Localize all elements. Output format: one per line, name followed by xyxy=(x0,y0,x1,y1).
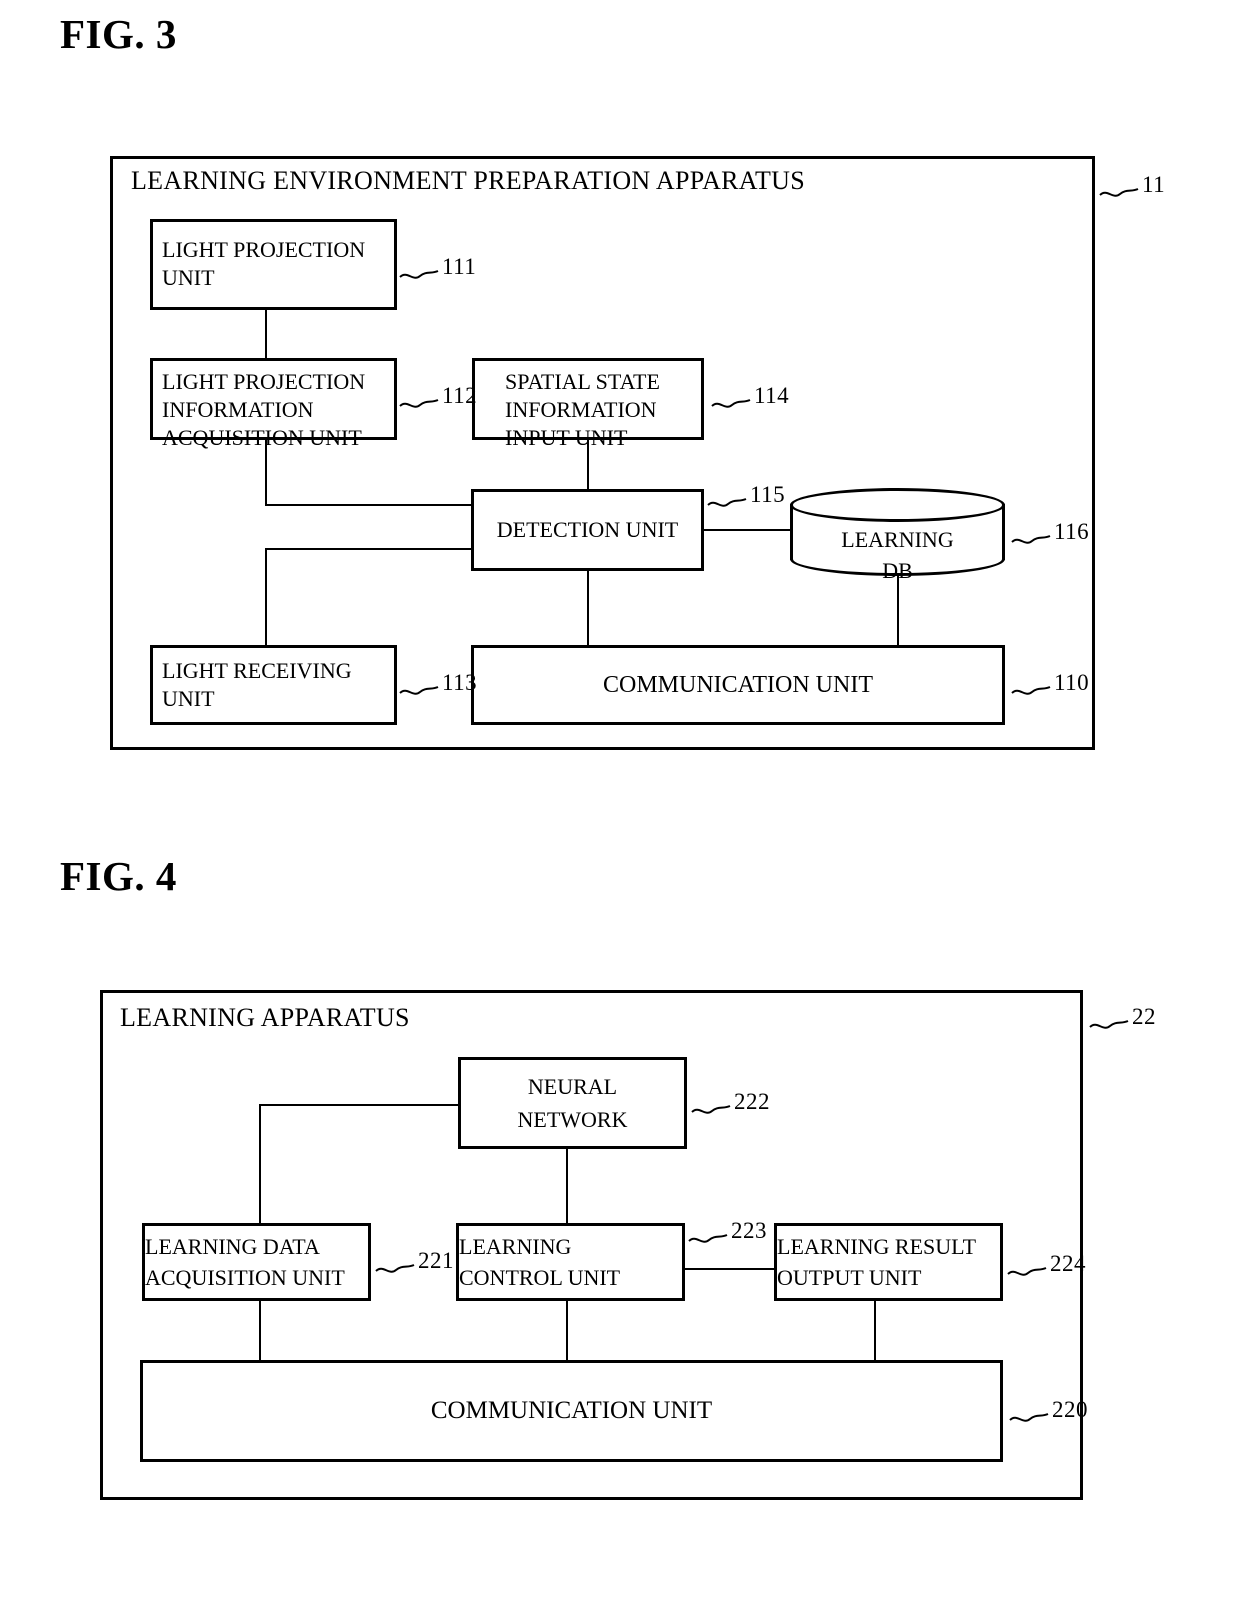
connector-113-stub xyxy=(265,548,267,645)
learning-apparatus-title: LEARNING APPARATUS xyxy=(120,1003,410,1032)
block-learning-control-unit[interactable]: LEARNING CONTROL UNIT xyxy=(456,1223,685,1301)
connector-113-to-detection xyxy=(265,548,471,550)
reference-number-110-label: 110 xyxy=(1054,670,1090,695)
block-neural-network-label: NEURAL NETWORK xyxy=(517,1074,628,1132)
connector-neural-network-to-acquisition-h xyxy=(259,1104,459,1106)
block-learning-data-acquisition-unit-label: LEARNING DATA ACQUISITION UNIT xyxy=(145,1234,345,1290)
connector-acquisition-to-communication xyxy=(259,1300,261,1360)
reference-number-222-label: 222 xyxy=(734,1089,770,1114)
block-learning-db[interactable]: LEARNING DB xyxy=(790,488,1005,583)
block-light-projection-unit-label: LIGHT PROJECTION UNIT xyxy=(162,237,366,290)
reference-number-115-label: 115 xyxy=(750,482,786,507)
learning-db-top-ellipse xyxy=(790,488,1005,522)
connector-112-to-detection xyxy=(265,504,471,506)
reference-number-11-label: 11 xyxy=(1142,172,1166,197)
connector-result-output-to-communication xyxy=(874,1300,876,1360)
block-light-receiving-unit[interactable]: LIGHT RECEIVING UNIT xyxy=(150,645,397,725)
block-detection-unit[interactable]: DETECTION UNIT xyxy=(471,489,704,571)
block-learning-data-acquisition-unit[interactable]: LEARNING DATA ACQUISITION UNIT xyxy=(142,1223,371,1301)
connector-111-to-112 xyxy=(265,310,267,358)
reference-number-113-label: 113 xyxy=(442,670,478,695)
reference-number-114-label: 114 xyxy=(754,383,790,408)
reference-number-112-label: 112 xyxy=(442,383,478,408)
block-learning-control-unit-label: LEARNING CONTROL UNIT xyxy=(459,1234,621,1290)
connector-detection-to-learning-db xyxy=(703,529,792,531)
block-light-projection-unit[interactable]: LIGHT PROJECTION UNIT xyxy=(150,219,397,310)
reference-number-223-label: 223 xyxy=(731,1218,767,1243)
connector-neural-network-to-control xyxy=(566,1149,568,1223)
block-spatial-state-information-input-unit[interactable]: SPATIAL STATE INFORMATION INPUT UNIT xyxy=(472,358,704,450)
connector-neural-network-to-acquisition-v xyxy=(259,1104,261,1223)
block-communication-unit-fig4[interactable]: COMMUNICATION UNIT xyxy=(140,1360,1003,1462)
block-light-projection-information-acquisition-unit-label: LIGHT PROJECTION INFORMATION ACQUISITION… xyxy=(162,369,366,450)
block-learning-result-output-unit[interactable]: LEARNING RESULT OUTPUT UNIT xyxy=(774,1223,1003,1301)
block-light-receiving-unit-label: LIGHT RECEIVING UNIT xyxy=(162,658,352,711)
block-spatial-state-information-input-unit-label: SPATIAL STATE INFORMATION INPUT UNIT xyxy=(505,369,660,450)
block-communication-unit-fig3-label: COMMUNICATION UNIT xyxy=(603,672,873,698)
reference-number-116-label: 116 xyxy=(1054,519,1090,544)
reference-number-111-label: 111 xyxy=(442,254,477,279)
connector-control-to-result-output xyxy=(685,1268,775,1270)
reference-number-220-label: 220 xyxy=(1052,1397,1088,1422)
block-communication-unit-fig3[interactable]: COMMUNICATION UNIT xyxy=(471,645,1005,725)
block-detection-unit-label: DETECTION UNIT xyxy=(496,517,679,542)
figure-4-title: FIG. 4 xyxy=(60,853,177,899)
block-light-projection-information-acquisition-unit[interactable]: LIGHT PROJECTION INFORMATION ACQUISITION… xyxy=(150,358,397,450)
reference-number-224-label: 224 xyxy=(1050,1251,1086,1276)
figure-3-title: FIG. 3 xyxy=(60,11,177,57)
reference-number-221-label: 221 xyxy=(418,1248,454,1273)
learning-environment-preparation-apparatus-title: LEARNING ENVIRONMENT PREPARATION APPARAT… xyxy=(131,166,806,195)
connector-control-to-communication xyxy=(566,1300,568,1360)
connector-detection-to-communication xyxy=(587,570,589,645)
block-learning-result-output-unit-label: LEARNING RESULT OUTPUT UNIT xyxy=(777,1234,977,1290)
block-communication-unit-fig4-label: COMMUNICATION UNIT xyxy=(430,1397,713,1424)
block-neural-network[interactable]: NEURAL NETWORK xyxy=(458,1057,687,1149)
reference-number-22-label: 22 xyxy=(1132,1004,1156,1029)
block-learning-db-label: LEARNING DB xyxy=(841,527,954,583)
